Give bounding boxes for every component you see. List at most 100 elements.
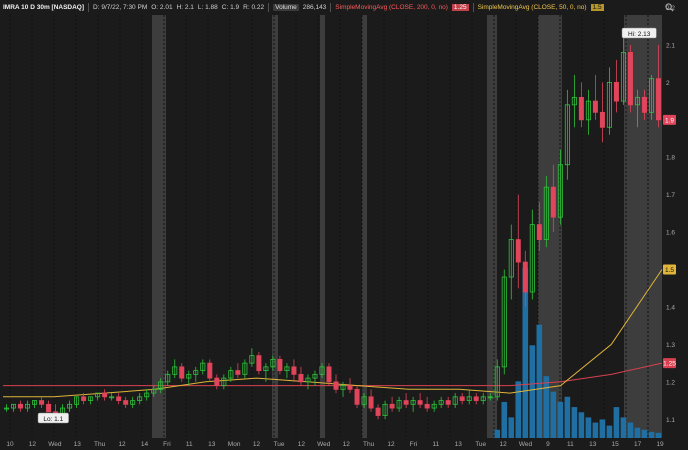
x-tick-label: Tue xyxy=(475,441,486,448)
candle-body xyxy=(179,366,185,379)
candle-body xyxy=(417,400,423,405)
candle-body xyxy=(515,239,521,263)
candle-body xyxy=(18,403,24,409)
candle-body xyxy=(214,377,220,386)
x-tick-label: 12 xyxy=(253,441,261,448)
x-tick-label: 10 xyxy=(6,441,14,448)
x-tick-label: 15 xyxy=(612,441,620,448)
candle-body xyxy=(627,52,633,106)
candle-body xyxy=(459,396,465,401)
candle-body xyxy=(235,370,241,375)
range-value: R: 0.22 xyxy=(243,4,265,11)
candlestick-chart: 2.22.121.91.81.71.61.51.41.31.21.1 1012W… xyxy=(3,5,676,448)
high-value: H: 2.1 xyxy=(176,4,194,11)
session-band xyxy=(152,15,166,438)
x-tick-label: 13 xyxy=(208,441,216,448)
volume-bar xyxy=(529,345,536,438)
volume-value: 286,143 xyxy=(302,4,327,11)
volume-bar xyxy=(585,417,592,438)
x-tick-label: 12 xyxy=(118,441,126,448)
x-tick-label: 13 xyxy=(74,441,82,448)
chart-header: IMRA 10 D 30m [NASDAQ] D: 9/7/22, 7:30 P… xyxy=(3,2,604,13)
y-tick-label: 2 xyxy=(666,80,670,87)
x-tick-label: 11 xyxy=(567,441,574,448)
x-tick-label: Wed xyxy=(317,441,331,448)
volume-bar xyxy=(599,419,606,438)
session-band xyxy=(272,15,278,438)
divider xyxy=(472,3,474,12)
x-tick-label: Thu xyxy=(94,441,106,448)
candle-body xyxy=(326,366,332,383)
x-tick-label: Wed xyxy=(519,441,533,448)
moving-averages xyxy=(3,269,663,398)
volume-bar xyxy=(508,417,515,438)
y-tick-label: 2.1 xyxy=(666,42,675,49)
x-tick-label: Tue xyxy=(273,441,284,448)
candle-body xyxy=(424,403,430,409)
symbol-label[interactable]: IMRA 10 D 30m [NASDAQ] xyxy=(3,4,84,11)
x-tick-label: 13 xyxy=(589,441,597,448)
x-tick-label: Fri xyxy=(410,441,418,448)
y-tick-label: 1.7 xyxy=(666,192,675,199)
sma50-value: 1.5 xyxy=(590,4,604,11)
sma200-value: 1.25 xyxy=(451,4,469,11)
sma50-study-label[interactable]: SimpleMovingAvg (CLOSE, 50, 0, no) xyxy=(478,4,587,11)
x-tick-label: 17 xyxy=(634,441,642,448)
x-tick-label: 13 xyxy=(455,441,463,448)
candle-body xyxy=(368,396,374,409)
volume-bar xyxy=(613,407,620,438)
open-value: O: 2.01 xyxy=(151,4,173,11)
candle-body xyxy=(445,400,451,405)
volume-bar xyxy=(557,401,564,438)
x-tick-label: 19 xyxy=(656,441,664,448)
y-tick-label: 1.3 xyxy=(666,342,675,349)
candle-body xyxy=(81,396,87,401)
volume-bar xyxy=(641,429,648,438)
candle-body xyxy=(207,362,213,379)
candle-body xyxy=(592,100,598,113)
session-band xyxy=(362,15,367,438)
volume-bar xyxy=(550,391,557,438)
volume-study-label[interactable]: Volume xyxy=(273,4,299,11)
x-tick-label: Wed xyxy=(48,441,62,448)
x-tick-label: 12 xyxy=(343,441,351,448)
candle-body xyxy=(333,381,339,390)
x-tick-label: Thu xyxy=(363,441,375,448)
candle-body xyxy=(123,400,129,405)
y-tick-label: 1.8 xyxy=(666,155,675,162)
volume-bar xyxy=(606,425,613,438)
x-tick-label: 11 xyxy=(186,441,193,448)
candle-body xyxy=(354,388,360,405)
candle-body xyxy=(599,111,605,128)
x-axis: 10 12 Wed 13 Thu 12 14 Fri 11 13 Mon 12 Tue 12 Wed 12 Th… xyxy=(6,441,664,448)
candle-body xyxy=(389,403,395,409)
x-tick-label: 12 xyxy=(298,441,306,448)
date-value: D: 9/7/22, 7:30 PM xyxy=(93,4,148,11)
volume-bar xyxy=(494,429,501,438)
candle-body xyxy=(46,403,52,413)
x-tick-label: 14 xyxy=(141,441,149,448)
volume-bar xyxy=(571,407,578,438)
volume-bar xyxy=(620,417,627,438)
candle-body xyxy=(655,78,661,121)
sma200-study-label[interactable]: SimpleMovingAvg (CLOSE, 200, 0, no) xyxy=(335,4,448,11)
volume-bar xyxy=(634,427,641,438)
candle-body xyxy=(256,355,262,372)
candle-body xyxy=(578,96,584,121)
volume-bar xyxy=(655,432,662,438)
y-tick-label: 1.6 xyxy=(666,230,675,237)
candle-body xyxy=(536,224,542,241)
candle-body xyxy=(298,373,304,383)
zoom-icon[interactable] xyxy=(665,3,674,12)
volume-bar xyxy=(536,324,543,438)
x-tick-label: Mon xyxy=(228,441,241,448)
candle-body xyxy=(613,81,619,102)
volume-bar xyxy=(515,381,522,438)
volume-bar xyxy=(543,376,550,438)
y-tick-label: 1.4 xyxy=(666,304,675,311)
price-labels: 1.9 1.5 1.25 Hi: 2.13 Lo: 1.1 xyxy=(37,27,676,424)
x-tick-label: 12 xyxy=(499,441,507,448)
close-value: C: 1.9 xyxy=(221,4,240,11)
divider xyxy=(88,3,90,12)
y-tick-label: 1.1 xyxy=(666,417,675,424)
